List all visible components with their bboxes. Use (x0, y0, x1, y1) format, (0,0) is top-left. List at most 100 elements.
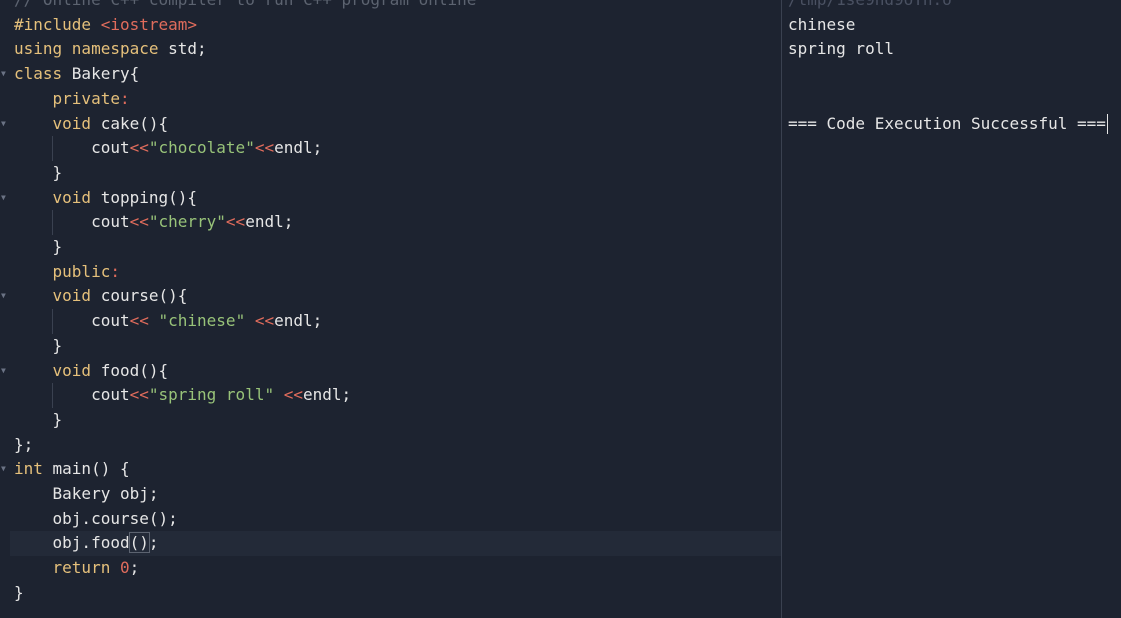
code-token: #include (14, 14, 101, 34)
code-token: <iostream> (100, 14, 198, 34)
code-token: "chocolate" (148, 138, 255, 158)
output-panel: /tmp/1se9nd9oTn.o chinese spring roll === … (782, 0, 1121, 618)
code-text: #include <iostream> (14, 13, 197, 38)
code-token: : (119, 88, 130, 108)
code-text: cout<<"spring roll" <<endl; (14, 383, 351, 408)
code-text: Bakery obj; (14, 482, 159, 507)
code-text: }; (14, 433, 33, 458)
code-line[interactable]: } (0, 408, 781, 433)
output-path: /tmp/1se9nd9oTn.o (788, 0, 952, 13)
code-token: void (52, 360, 101, 380)
code-token: using namespace (14, 39, 169, 59)
output-line: === Code Execution Successful === (788, 112, 1108, 137)
code-line[interactable]: cout<<"cherry"<<endl; (0, 210, 781, 235)
code-line[interactable]: cout<<"spring roll" <<endl; (0, 383, 781, 408)
code-token: << (129, 212, 149, 232)
code-token: << (254, 138, 275, 158)
text-cursor (1106, 114, 1108, 134)
output-line: spring roll (788, 37, 894, 62)
code-line[interactable]: // Online C++ compiler to run C++ progra… (0, 0, 781, 13)
code-line[interactable]: obj.course(); (0, 507, 781, 532)
code-token: "spring roll" (148, 385, 275, 405)
fold-arrow-icon[interactable]: ▼ (1, 62, 6, 87)
code-text: void cake(){ (14, 112, 169, 137)
code-token: cout (14, 385, 130, 405)
code-text: using namespace std; (14, 37, 207, 62)
output-text: spring roll (788, 39, 894, 59)
code-editor[interactable]: // Online C++ compiler to run C++ progra… (0, 0, 781, 618)
code-line[interactable]: #include <iostream> (0, 13, 781, 38)
code-text: public: (14, 260, 120, 285)
code-line[interactable]: ▼ int main() { (0, 457, 781, 482)
code-token: cake(){ (100, 113, 169, 133)
code-line[interactable]: public: (0, 260, 781, 285)
code-text: cout<< "chinese" <<endl; (14, 309, 322, 334)
code-line[interactable]: obj.food(); (10, 531, 781, 557)
code-token: } (14, 409, 63, 429)
code-token: void (52, 113, 101, 133)
code-line[interactable]: } (0, 581, 781, 606)
code-line[interactable]: return 0; (0, 556, 781, 581)
code-text: private: (14, 87, 130, 112)
code-text: void food(){ (14, 359, 169, 384)
code-token: << (274, 385, 303, 405)
code-token: food(){ (100, 360, 169, 380)
code-text: } (14, 161, 63, 186)
code-line[interactable]: Bakery obj; (0, 482, 781, 507)
code-token: } (14, 237, 63, 256)
code-line[interactable]: ▼ class Bakery{ (0, 62, 781, 87)
code-line[interactable]: ▼ void food(){ (0, 359, 781, 384)
code-token: } (14, 162, 63, 182)
code-text: // Online C++ compiler to run C++ progra… (14, 0, 476, 13)
code-token: } (14, 582, 24, 602)
code-line[interactable]: ▼ void course(){ (0, 284, 781, 309)
code-line[interactable]: private: (0, 87, 781, 112)
code-line[interactable]: } (0, 161, 781, 186)
code-token: void (52, 286, 101, 306)
code-line[interactable]: } (0, 235, 781, 260)
code-line[interactable]: using namespace std; (0, 37, 781, 62)
output-line: chinese (788, 13, 855, 38)
code-text: } (14, 581, 24, 606)
code-text: cout<<"chocolate"<<endl; (14, 136, 322, 161)
code-token: << (129, 385, 149, 405)
code-line[interactable]: ▼ void cake(){ (0, 112, 781, 137)
code-line[interactable]: } (0, 334, 781, 359)
code-token: std; (168, 39, 207, 59)
fold-arrow-icon[interactable]: ▼ (1, 284, 6, 309)
code-text: obj.food(); (14, 531, 159, 556)
code-token: "chinese" (158, 311, 246, 331)
code-token: endl; (274, 311, 323, 331)
code-token: }; (14, 434, 34, 454)
code-token: course(){ (100, 286, 188, 306)
code-line[interactable]: cout<<"chocolate"<<endl; (0, 136, 781, 161)
fold-arrow-icon[interactable]: ▼ (1, 112, 6, 137)
fold-arrow-icon[interactable]: ▼ (1, 186, 6, 211)
fold-arrow-icon[interactable]: ▼ (1, 359, 6, 384)
code-token: "cherry" (148, 212, 226, 232)
fold-arrow-icon[interactable]: ▼ (1, 457, 6, 482)
code-text: } (14, 235, 63, 260)
code-token: endl; (245, 212, 294, 232)
code-line[interactable]: ▼ void topping(){ (0, 186, 781, 211)
code-token: int (14, 459, 53, 479)
code-token: << (129, 138, 149, 158)
code-token: << (225, 212, 246, 232)
code-token: private (52, 88, 120, 108)
code-token: cout (14, 138, 130, 158)
code-text: } (14, 334, 63, 359)
code-token: obj.course(); (14, 508, 178, 528)
code-token: cout (14, 311, 130, 331)
code-line[interactable]: cout<< "chinese" <<endl; (0, 309, 781, 334)
code-line[interactable]: }; (0, 433, 781, 458)
code-text: class Bakery{ (14, 62, 139, 87)
code-token: } (14, 335, 63, 355)
code-token: << (245, 311, 275, 331)
code-text: return 0; (14, 556, 140, 581)
